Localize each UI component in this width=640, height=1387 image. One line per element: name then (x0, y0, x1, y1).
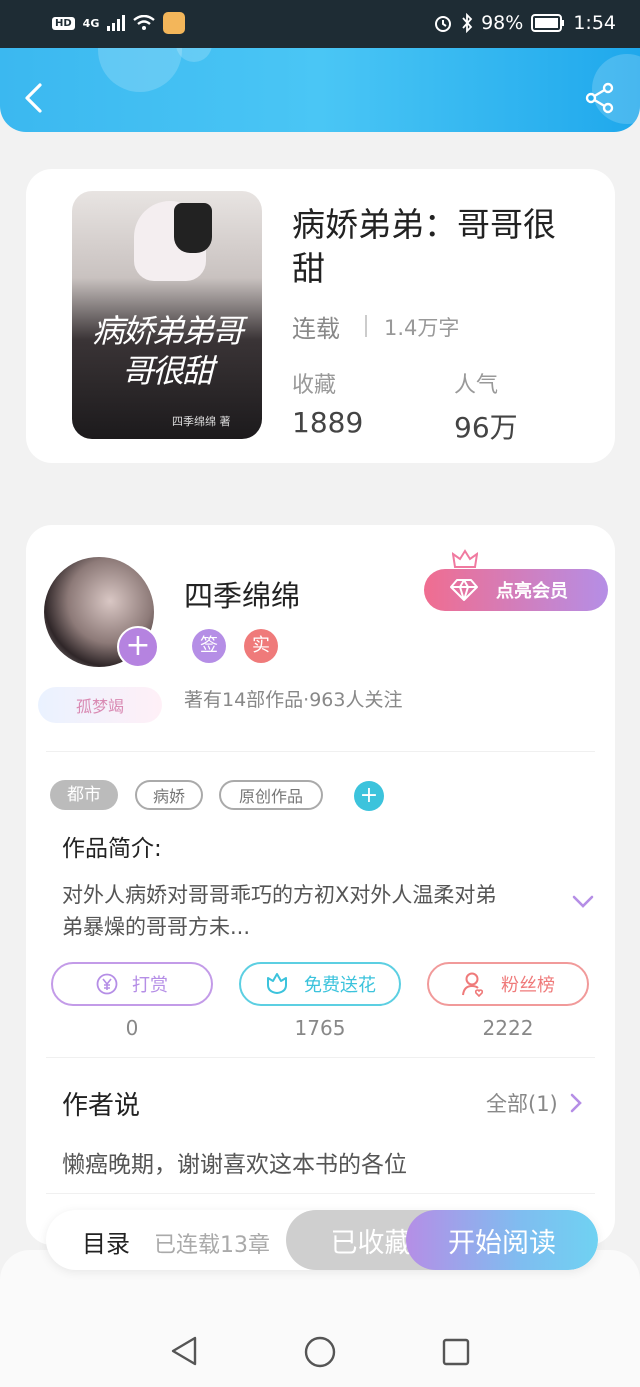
chapter-count: 已连载13章 (154, 1233, 270, 1258)
verified-badge: 实 (244, 629, 278, 663)
author-name[interactable]: 四季绵绵 (184, 573, 300, 615)
decor-bubble (176, 48, 212, 62)
fans-icon (462, 972, 484, 997)
signal-icon (107, 15, 126, 31)
vip-button[interactable]: 点亮会员 (424, 569, 608, 611)
alarm-icon (435, 16, 452, 32)
battery-percent: 98% (481, 12, 524, 34)
nav-home-button[interactable] (304, 1336, 336, 1368)
nav-back-button[interactable] (170, 1335, 198, 1367)
meta-divider (365, 315, 367, 337)
nav-recents-button[interactable] (442, 1338, 470, 1366)
status-right: 98% 1:54 (433, 12, 616, 34)
author-tag-text: 孤梦竭 (75, 697, 124, 716)
top-header (0, 48, 640, 132)
popularity-label: 人气 (454, 373, 499, 398)
author-says-text: 懒癌晚期，谢谢喜欢这本书的各位 (62, 1152, 407, 1178)
divider (46, 751, 595, 752)
book-info-card: 病娇弟弟哥哥很甜 四季绵绵 著 病娇弟弟：哥哥很甜 连载 1.4万字 收藏 18… (26, 169, 615, 463)
cover-mask (174, 203, 212, 253)
expand-intro-button[interactable] (572, 895, 594, 909)
toc-button[interactable]: 目录 (82, 1224, 130, 1259)
divider (46, 1193, 595, 1194)
flower-count: 1765 (294, 1016, 346, 1040)
clock: 1:54 (573, 12, 616, 34)
author-tag-badge: 孤梦竭 (38, 687, 162, 723)
genre-tag[interactable]: 都市 (50, 780, 118, 810)
genre-tag[interactable]: 原创作品 (219, 780, 323, 810)
genre-tag[interactable]: 病娇 (135, 780, 203, 810)
tip-count: 0 (125, 1016, 139, 1040)
cover-title-text: 病娇弟弟哥哥很甜 (91, 312, 244, 390)
collected-label: 已收藏 (330, 1227, 412, 1259)
diamond-icon (450, 579, 478, 601)
bluetooth-icon (462, 13, 473, 33)
flower-icon (267, 973, 287, 994)
vip-label: 点亮会员 (496, 581, 568, 602)
tip-button[interactable]: 打赏 (51, 962, 213, 1006)
signed-badge: 签 (192, 629, 226, 663)
divider (46, 1057, 595, 1058)
app-notification-icon (163, 12, 186, 34)
book-status: 连载 (292, 315, 340, 343)
yen-coin-icon (96, 973, 118, 995)
bottom-action-bar: 目录 已连载13章 已收藏 开始阅读 (46, 1210, 598, 1270)
status-left: HD 4G (52, 12, 186, 34)
intro-text-line1: 对外人病娇对哥哥乖巧的方初X对外人温柔对弟 (62, 883, 497, 907)
add-tag-button[interactable]: + (354, 781, 384, 811)
intro-text-line2: 弟暴燥的哥哥方未... (62, 915, 251, 939)
crown-icon (452, 549, 478, 568)
fans-count: 2222 (482, 1016, 534, 1040)
share-button[interactable] (584, 82, 616, 114)
tip-label: 打赏 (132, 975, 168, 996)
author-says-all-label: 全部(1) (486, 1092, 558, 1116)
fans-button[interactable]: 粉丝榜 (427, 962, 589, 1006)
favorites-label: 收藏 (292, 373, 337, 398)
intro-heading: 作品简介: (62, 836, 162, 862)
start-reading-label: 开始阅读 (448, 1227, 556, 1259)
decor-bubble (98, 48, 182, 92)
cover-author-text: 四季绵绵 著 (172, 415, 231, 428)
follow-button[interactable]: + (117, 626, 159, 668)
popularity-value: 96万 (454, 411, 518, 444)
flower-label: 免费送花 (304, 975, 376, 996)
book-title: 病娇弟弟：哥哥很甜 (292, 205, 556, 288)
word-count: 1.4万字 (384, 316, 460, 340)
wifi-icon (133, 15, 156, 30)
flower-button[interactable]: 免费送花 (239, 962, 401, 1006)
details-card: + 孤梦竭 四季绵绵 签 实 著有14部作品·963人关注 点亮会员 都市 病娇… (26, 525, 615, 1245)
author-stats: 著有14部作品·963人关注 (184, 689, 403, 711)
author-says-heading: 作者说 (62, 1091, 141, 1121)
book-cover[interactable]: 病娇弟弟哥哥很甜 四季绵绵 著 (72, 191, 262, 439)
start-reading-button[interactable]: 开始阅读 (406, 1210, 598, 1270)
signal-label: 4G (82, 16, 100, 30)
back-button[interactable] (22, 82, 46, 114)
hd-icon: HD (52, 16, 75, 30)
status-bar: HD 4G 98% 1:54 (0, 0, 640, 48)
fans-label: 粉丝榜 (501, 975, 555, 996)
chevron-right-icon (570, 1093, 582, 1113)
battery-icon (531, 14, 565, 32)
author-says-all-button[interactable]: 全部(1) (486, 1088, 582, 1118)
favorites-value: 1889 (292, 406, 364, 439)
system-nav-bar (0, 1250, 640, 1387)
